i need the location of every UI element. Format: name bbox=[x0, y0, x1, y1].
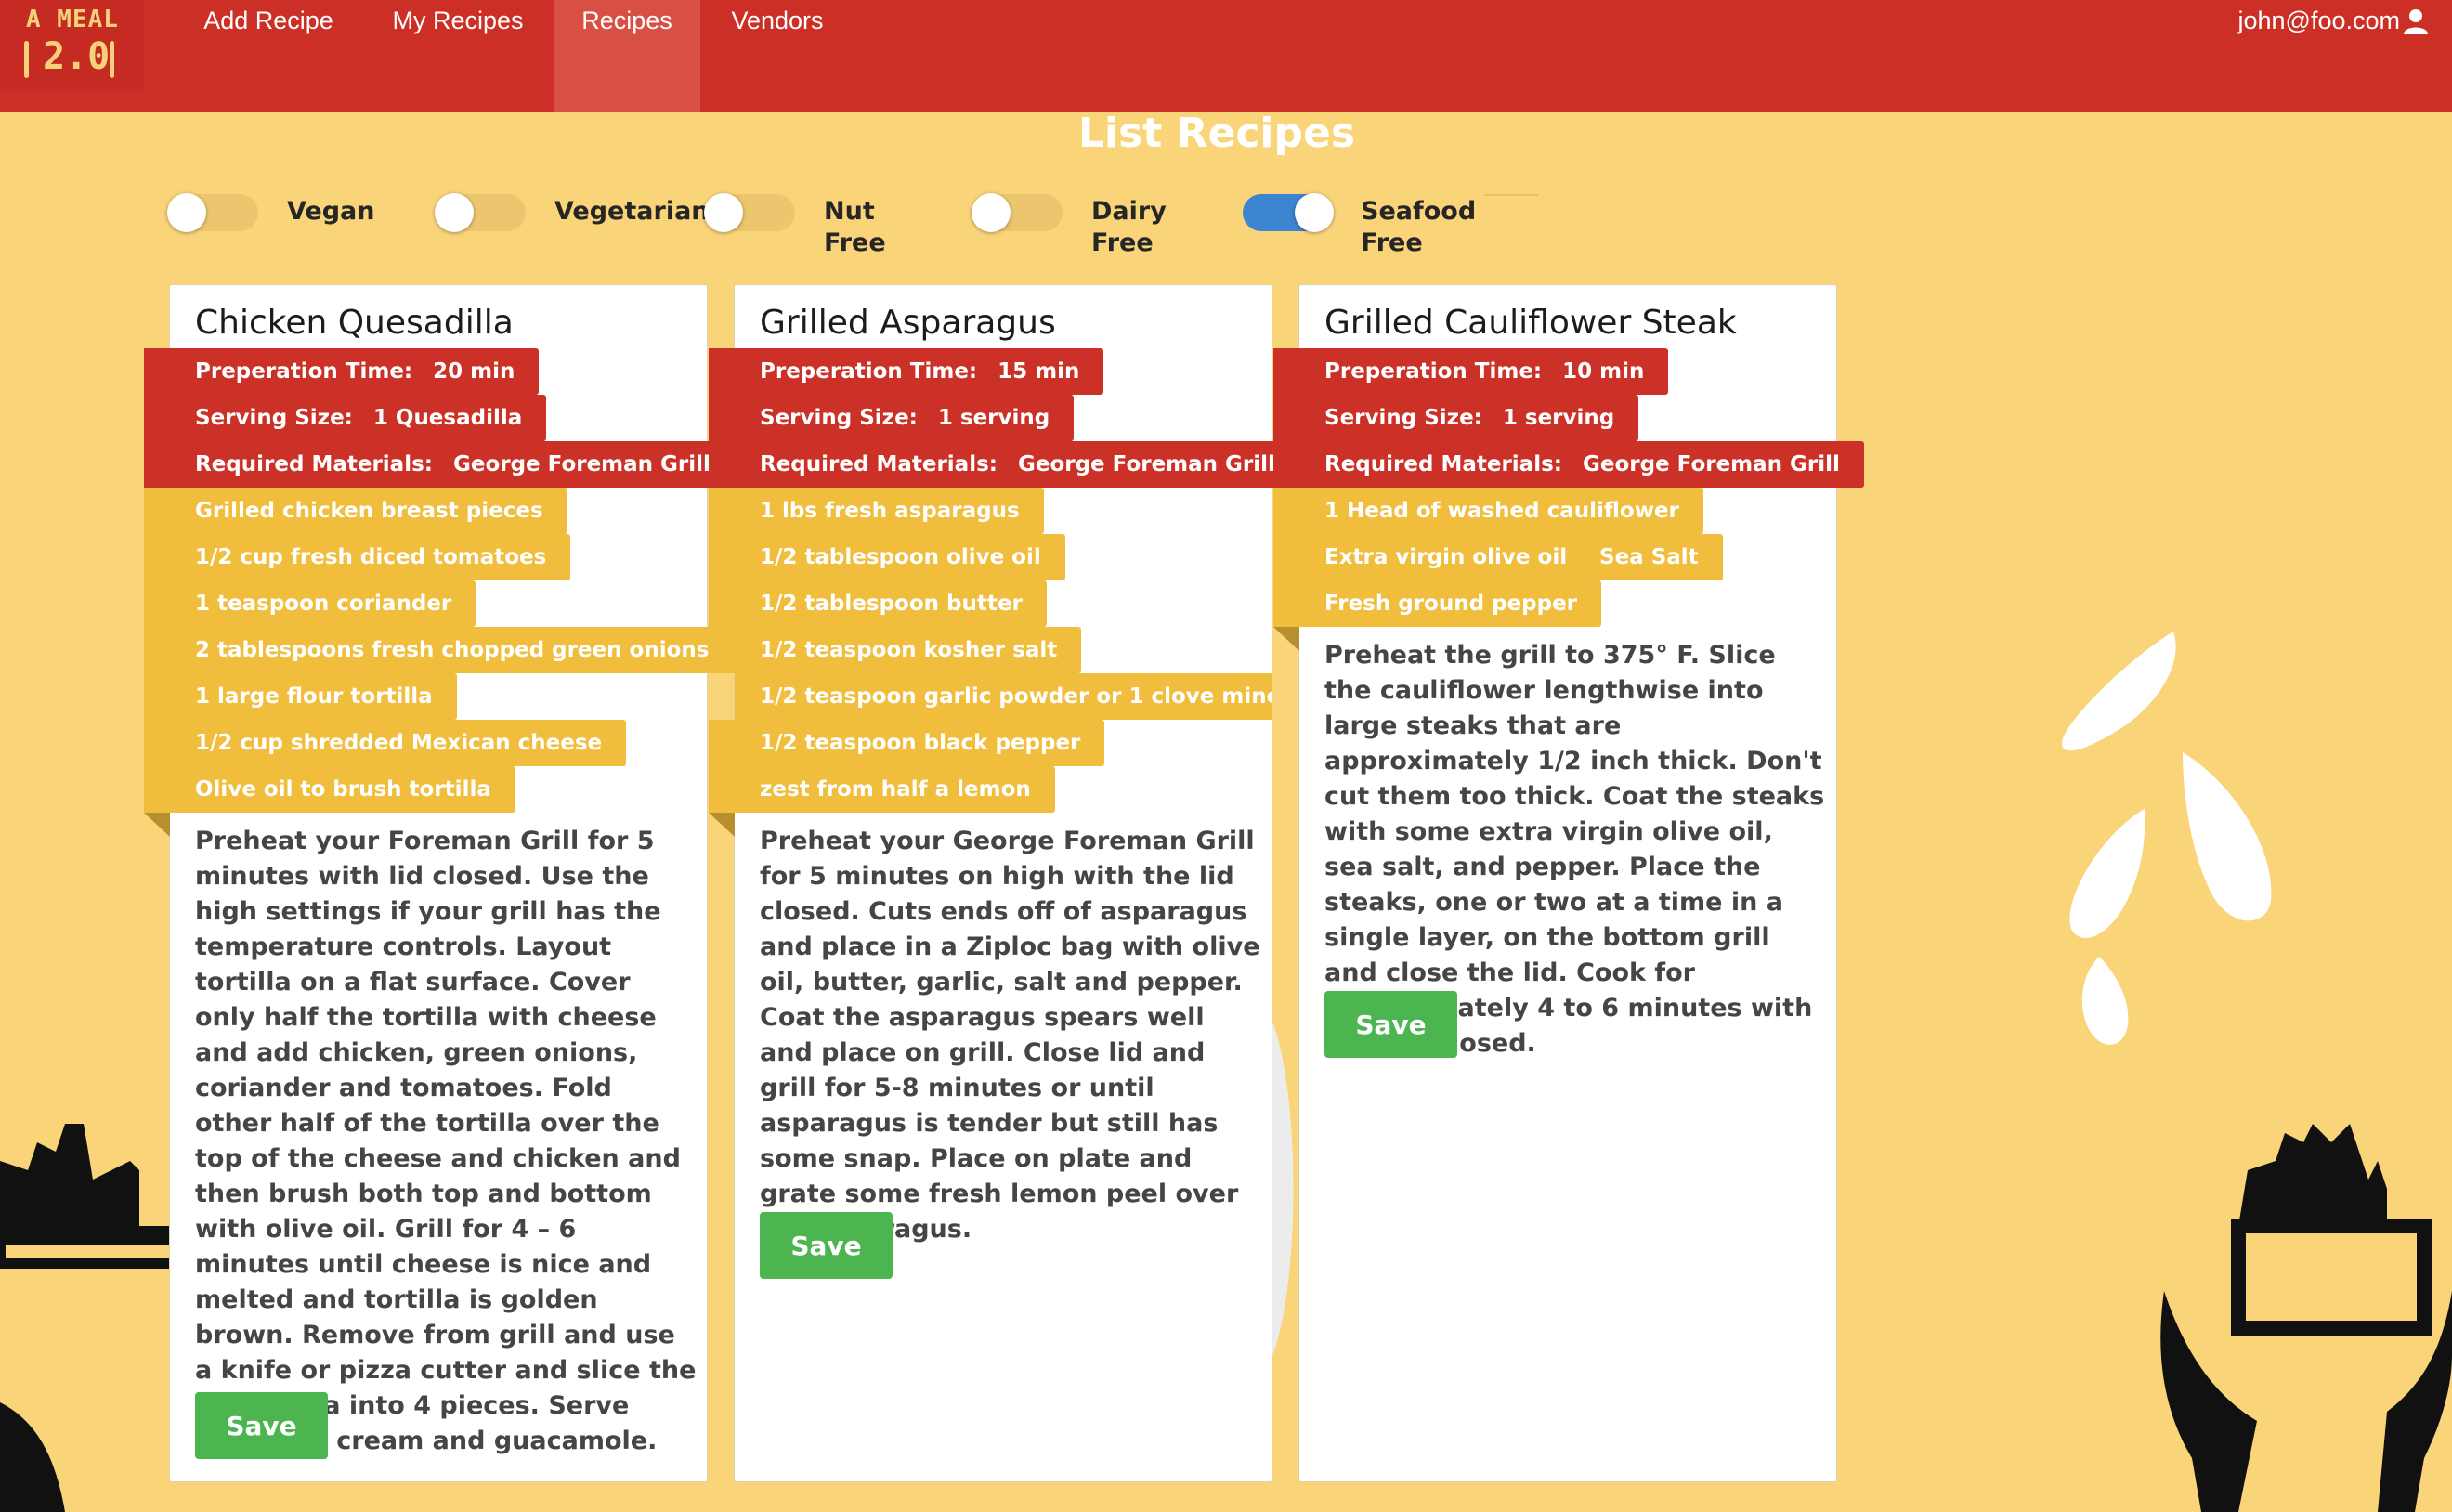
ingredient-tag: 1 teaspoon coriander bbox=[144, 580, 476, 627]
user-email[interactable]: john@foo.com bbox=[2238, 0, 2401, 41]
ingredient-tag: Sea Salt bbox=[1573, 534, 1723, 580]
recipe-description: Preheat your George Foreman Grill for 5 … bbox=[760, 827, 1260, 1244]
materials-tag: Required Materials: George Foreman Grill bbox=[1273, 441, 1864, 488]
toggle-knob bbox=[435, 193, 474, 232]
recipe-title: Grilled Cauliflower Steak bbox=[1324, 304, 1737, 342]
recipe-card: Grilled Asparagus Preperation Time: 15 mi… bbox=[709, 284, 1299, 1482]
save-button[interactable]: Save bbox=[760, 1212, 893, 1279]
filter-label: Vegan bbox=[287, 197, 375, 226]
save-button[interactable]: Save bbox=[195, 1392, 328, 1459]
nav-my-recipes[interactable]: My Recipes bbox=[373, 0, 542, 112]
materials-tag: Required Materials: George Foreman Grill bbox=[144, 441, 735, 488]
ingredient-tag: 1/2 teaspoon black pepper bbox=[709, 720, 1105, 766]
save-button[interactable]: Save bbox=[1324, 991, 1457, 1058]
toggle-knob bbox=[1295, 193, 1334, 232]
filter-label: Seafood Free bbox=[1361, 197, 1477, 257]
ribbon-fold bbox=[144, 813, 170, 837]
knife-icon bbox=[110, 41, 114, 78]
page-title: List Recipes bbox=[1077, 110, 1356, 157]
brand-version: 2.0 bbox=[43, 35, 111, 78]
brand-logo[interactable]: A MEAL 2.0 bbox=[0, 0, 144, 91]
ingredient-tag: Grilled chicken breast pieces bbox=[144, 488, 567, 534]
recipe-title: Chicken Quesadilla bbox=[195, 304, 514, 342]
nut-free-toggle[interactable] bbox=[704, 193, 795, 232]
recipe-card: Chicken Quesadilla Preperation Time: 20 m… bbox=[144, 284, 735, 1482]
seafood-free-toggle[interactable] bbox=[1243, 193, 1334, 232]
dairy-free-toggle[interactable] bbox=[972, 193, 1063, 232]
ingredient-tag: 2 tablespoons fresh chopped green onions bbox=[144, 627, 734, 673]
prep-time-tag: Preperation Time: 10 min bbox=[1273, 348, 1669, 395]
plate-icon bbox=[1272, 1022, 1294, 1356]
fork-icon bbox=[24, 41, 29, 78]
serving-size-tag: Serving Size: 1 serving bbox=[1273, 395, 1639, 441]
grocery-hands-icon-right bbox=[2160, 1124, 2452, 1512]
ingredient-tag: Fresh ground pepper bbox=[1273, 580, 1602, 627]
nav-vendors[interactable]: Vendors bbox=[713, 0, 841, 112]
toggle-knob bbox=[704, 193, 743, 232]
ingredient-tag: 1 Head of washed cauliflower bbox=[1273, 488, 1703, 534]
ingredient-tag: zest from half a lemon bbox=[709, 766, 1055, 813]
vegetarian-toggle[interactable] bbox=[435, 193, 526, 232]
grocery-hands-icon-left bbox=[0, 1124, 176, 1512]
recipe-description: Preheat your Foreman Grill for 5 minutes… bbox=[195, 827, 697, 1455]
divider bbox=[1484, 194, 1538, 196]
prep-time-tag: Preperation Time: 20 min bbox=[144, 348, 540, 395]
ingredient-tag: 1 large flour tortilla bbox=[144, 673, 457, 720]
ingredient-tag: Extra virgin olive oil bbox=[1273, 534, 1592, 580]
toggle-knob bbox=[167, 193, 206, 232]
filter-label: Vegetarian bbox=[554, 197, 710, 226]
filter-label: Nut Free bbox=[824, 197, 886, 257]
filter-label: Dairy Free bbox=[1091, 197, 1167, 257]
ribbon-fold bbox=[709, 813, 735, 837]
serving-size-tag: Serving Size: 1 Quesadilla bbox=[144, 395, 547, 441]
vegan-toggle[interactable] bbox=[167, 193, 258, 232]
brand-title: A MEAL bbox=[26, 6, 119, 33]
ingredient-tag: 1/2 teaspoon garlic powder or 1 clove mi… bbox=[735, 673, 1272, 720]
ingredient-tag: 1/2 cup shredded Mexican cheese bbox=[144, 720, 627, 766]
nav-add-recipe[interactable]: Add Recipe bbox=[184, 0, 353, 112]
navbar: A MEAL 2.0 Add Recipe My Recipes Recipes… bbox=[0, 0, 2452, 112]
toggle-knob bbox=[972, 193, 1011, 232]
user-icon[interactable] bbox=[2402, 7, 2430, 35]
ingredient-tag: Olive oil to brush tortilla bbox=[144, 766, 515, 813]
splash-drops-icon bbox=[2062, 632, 2272, 1045]
ingredient-tag: 1/2 cup fresh diced tomatoes bbox=[144, 534, 571, 580]
ribbon-fold bbox=[1273, 627, 1299, 651]
recipe-card: Grilled Cauliflower Steak Preperation Ti… bbox=[1273, 284, 1864, 1482]
nav-recipes[interactable]: Recipes bbox=[554, 0, 700, 112]
